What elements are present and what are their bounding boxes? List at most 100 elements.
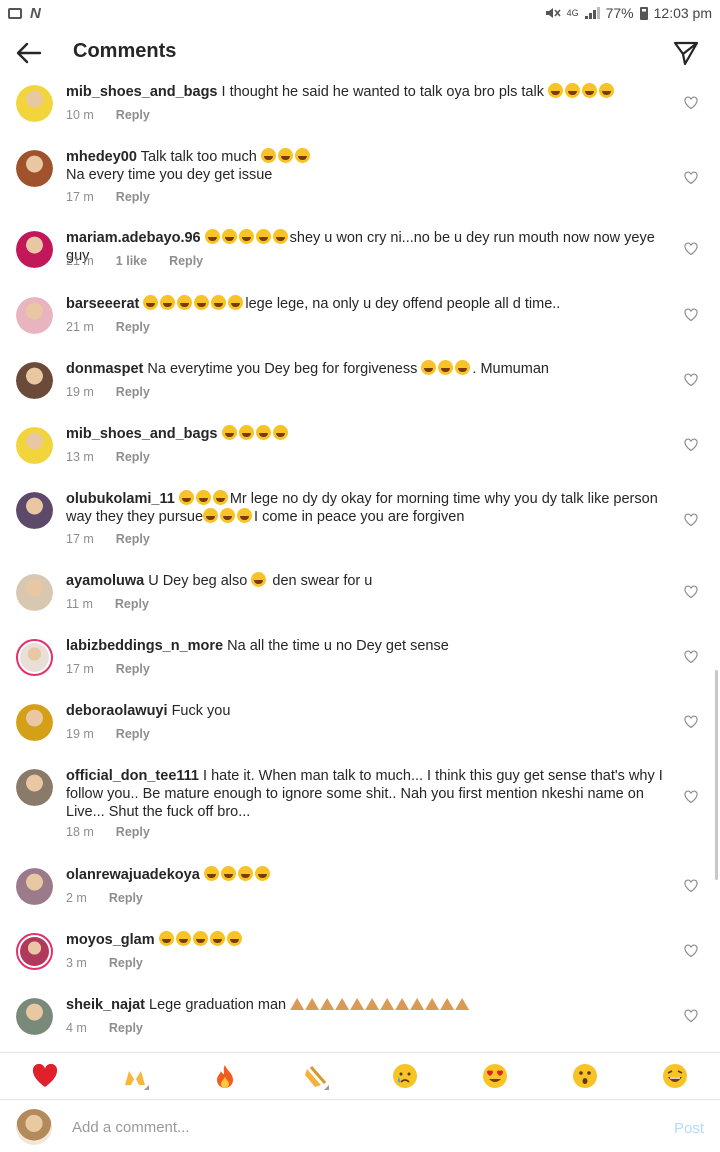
reply-button[interactable]: Reply (116, 662, 150, 676)
laughing-emoji (565, 83, 580, 98)
avatar[interactable] (16, 574, 53, 611)
fire-emoji-button[interactable] (205, 1056, 245, 1096)
direct-message-icon[interactable] (672, 39, 700, 67)
heart-emoji-button[interactable] (25, 1056, 65, 1096)
praying-hands-emoji (410, 998, 425, 1010)
comment-username[interactable]: mhedey00 (66, 149, 137, 165)
like-heart-icon[interactable] (684, 373, 698, 387)
reply-button[interactable]: Reply (115, 597, 149, 611)
comment-meta: 18 m Reply (66, 825, 150, 839)
comment-text: sheik_najat Lege graduation man (66, 996, 666, 1014)
laughing-face-emoji-button[interactable] (655, 1056, 695, 1096)
laughing-emoji (455, 360, 471, 375)
avatar[interactable] (16, 639, 53, 676)
back-arrow-icon[interactable] (14, 38, 44, 68)
reply-button[interactable]: Reply (116, 190, 150, 204)
comment-username[interactable]: ayamoluwa (66, 573, 144, 589)
reply-button[interactable]: Reply (116, 385, 150, 399)
reply-button[interactable]: Reply (116, 532, 150, 546)
comments-list[interactable]: mib_shoes_and_bags I thought he said he … (0, 80, 720, 1050)
like-heart-icon[interactable] (684, 96, 698, 110)
comment-time: 10 m (66, 108, 94, 122)
avatar[interactable] (16, 868, 53, 905)
heart-eyes-emoji-button[interactable] (475, 1056, 515, 1096)
comment-username[interactable]: donmaspet (66, 361, 143, 377)
like-heart-icon[interactable] (684, 513, 698, 527)
laughing-emoji (221, 229, 237, 244)
comment-text: mib_shoes_and_bags I thought he said he … (66, 83, 666, 101)
avatar[interactable] (16, 427, 53, 464)
reply-button[interactable]: Reply (116, 450, 150, 464)
comment-username[interactable]: moyos_glam (66, 932, 155, 948)
comment-username[interactable]: deboraolawuyi (66, 703, 168, 719)
laughing-emoji (548, 83, 563, 98)
comment-body-line2: Na every time you dey get issue (66, 167, 273, 183)
avatar[interactable] (16, 492, 53, 529)
like-heart-icon[interactable] (684, 879, 698, 893)
laughing-emoji (212, 490, 228, 505)
comment-username[interactable]: mib_shoes_and_bags (66, 426, 218, 442)
heart-icon (32, 1063, 58, 1087)
like-heart-icon[interactable] (684, 715, 698, 729)
comment-username[interactable]: olubukolami_11 (66, 491, 175, 507)
comment-text: moyos_glam (66, 931, 666, 949)
avatar[interactable] (16, 231, 53, 268)
comment-body: Na all the time u no Dey get sense (227, 638, 449, 654)
comment-time: 3 m (66, 956, 87, 970)
like-heart-icon[interactable] (684, 1009, 698, 1023)
comment-time: 2 m (66, 891, 87, 905)
praying-hands-emoji (425, 998, 440, 1010)
clock: 12:03 pm (653, 5, 712, 21)
avatar[interactable] (16, 297, 53, 334)
reply-button[interactable]: Reply (109, 891, 143, 905)
comment-meta: 11 m Reply (66, 597, 149, 611)
avatar[interactable] (16, 769, 53, 806)
scrollbar[interactable] (715, 670, 718, 880)
avatar[interactable] (16, 998, 53, 1035)
like-heart-icon[interactable] (684, 242, 698, 256)
raising-hands-emoji-button[interactable] (115, 1056, 155, 1096)
laughing-emoji (203, 866, 219, 881)
comment-input[interactable] (72, 1115, 632, 1139)
clapping-hands-emoji-button[interactable] (295, 1056, 335, 1096)
reply-button[interactable]: Reply (116, 320, 150, 334)
comment-username[interactable]: labizbeddings_n_more (66, 638, 223, 654)
comment-meta: 21 m 1 like Reply (66, 254, 203, 268)
praying-hands-emoji (290, 998, 305, 1010)
comment-text: ayamoluwa U Dey beg also den swear for u (66, 572, 666, 590)
comment-username[interactable]: sheik_najat (66, 997, 145, 1013)
reply-button[interactable]: Reply (116, 108, 150, 122)
surprised-face-emoji-button[interactable] (565, 1056, 605, 1096)
avatar[interactable] (16, 150, 53, 187)
reply-button[interactable]: Reply (109, 956, 143, 970)
avatar[interactable] (16, 362, 53, 399)
comment-body: Talk talk too much (140, 149, 257, 165)
laughing-emoji (160, 295, 176, 310)
like-heart-icon[interactable] (684, 308, 698, 322)
like-heart-icon[interactable] (684, 944, 698, 958)
fire-icon (217, 1065, 233, 1088)
avatar[interactable] (16, 933, 53, 970)
avatar[interactable] (16, 85, 53, 122)
post-button[interactable]: Post (674, 1120, 704, 1137)
laughing-emoji (221, 425, 237, 440)
avatar[interactable] (16, 704, 53, 741)
comment-username[interactable]: mariam.adebayo.96 (66, 230, 201, 246)
crying-face-emoji-button[interactable] (385, 1056, 425, 1096)
comment-username[interactable]: barseeerat (66, 296, 139, 312)
reply-button[interactable]: Reply (116, 825, 150, 839)
like-heart-icon[interactable] (684, 790, 698, 804)
reply-button[interactable]: Reply (116, 727, 150, 741)
comment-likes[interactable]: 1 like (116, 254, 147, 268)
comment-body: I thought he said he wanted to talk oya … (221, 84, 544, 100)
like-heart-icon[interactable] (684, 650, 698, 664)
reply-button[interactable]: Reply (109, 1021, 143, 1035)
comment-text: olanrewajuadekoya (66, 866, 666, 884)
like-heart-icon[interactable] (684, 171, 698, 185)
like-heart-icon[interactable] (684, 438, 698, 452)
comment-username[interactable]: olanrewajuadekoya (66, 867, 200, 883)
like-heart-icon[interactable] (684, 585, 698, 599)
comment-username[interactable]: mib_shoes_and_bags (66, 84, 218, 100)
reply-button[interactable]: Reply (169, 254, 203, 268)
comment-username[interactable]: official_don_tee111 (66, 768, 199, 784)
